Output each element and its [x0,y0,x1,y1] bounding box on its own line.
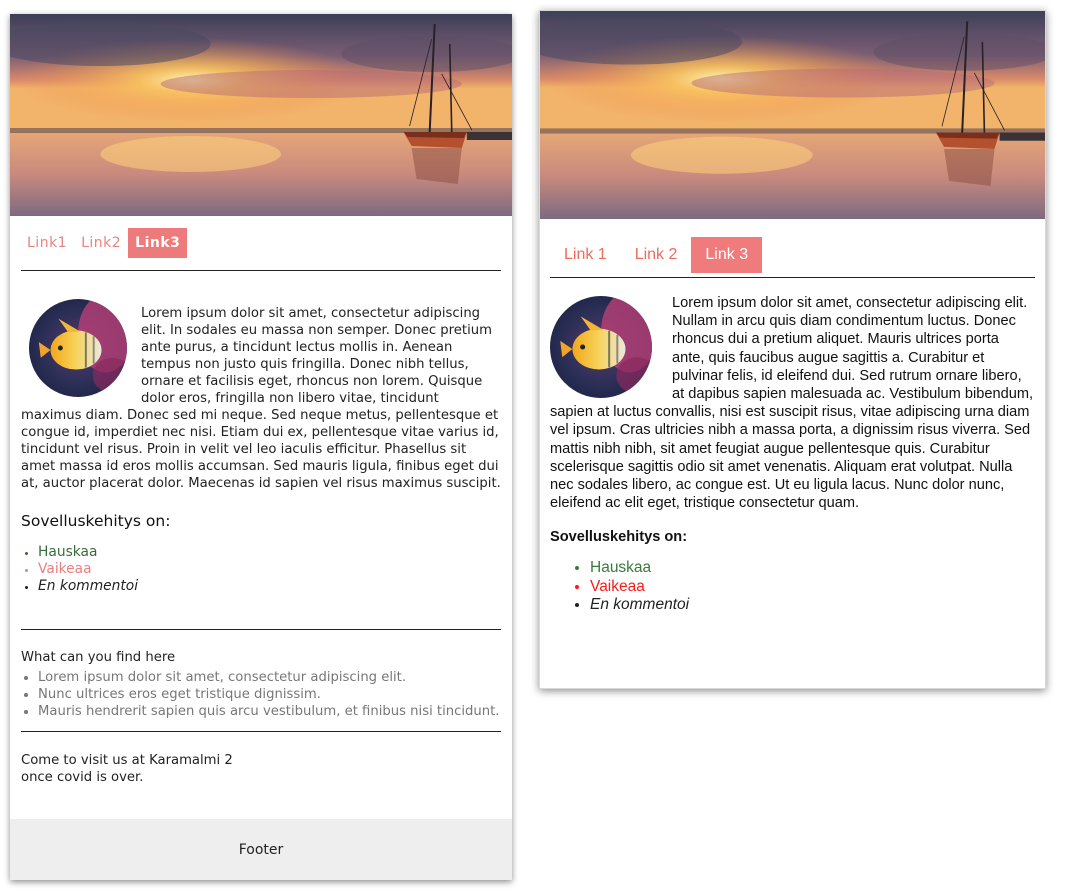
list-item: Lorem ipsum dolor sit amet, consectetur … [38,669,501,686]
list-item: En kommentoi [38,578,501,595]
right-page-preview: Link 1 Link 2 Link 3 Lorem ipsum dolor s [539,10,1046,689]
section-heading: Sovelluskehitys on: [550,529,688,546]
footer: Footer [10,819,512,880]
main-nav: Link1 Link2 Link3 [10,216,512,258]
hero-image [540,11,1045,219]
list-item: Vaikeaa [38,561,501,578]
visit-line: Come to visit us at Karamalmi 2 [21,753,233,768]
list-item: Hauskaa [590,559,1035,578]
nav-link-3-active[interactable]: Link 3 [691,237,763,273]
nav-link-1[interactable]: Link1 [20,228,74,258]
divider [21,731,501,732]
list-item: Hauskaa [38,544,501,561]
divider [21,629,501,630]
visit-line: once covid is over. [21,770,144,785]
main-nav: Link 1 Link 2 Link 3 [540,219,1045,273]
list-item: Vaikeaa [590,578,1035,597]
hero-image [10,14,512,216]
nav-link-2[interactable]: Link 2 [621,237,692,273]
list-item: Nunc ultrices eros eget tristique dignis… [38,686,501,703]
dev-list: Hauskaa Vaikeaa En kommentoi [550,559,1035,615]
fish-avatar-image [550,296,652,398]
main-content: Lorem ipsum dolor sit amet, consectetur … [10,271,512,595]
left-page-preview: Link1 Link2 Link3 Lorem ipsum dolor sit [10,14,512,880]
list-item: En kommentoi [590,596,1035,615]
find-list: Lorem ipsum dolor sit amet, consectetur … [21,669,501,720]
nav-link-2[interactable]: Link2 [74,228,128,258]
section-heading: Sovelluskehitys on: [21,512,171,530]
dev-list: Hauskaa Vaikeaa En kommentoi [21,544,501,595]
nav-link-1[interactable]: Link 1 [550,237,621,273]
find-title: What can you find here [21,650,176,665]
nav-link-3-active[interactable]: Link3 [128,228,188,258]
fish-avatar-image [29,299,127,397]
main-content: Lorem ipsum dolor sit amet, consectetur … [540,278,1045,615]
visit-text: Come to visit us at Karamalmi 2 once cov… [21,752,501,786]
list-item: Mauris hendrerit sapien quis arcu vestib… [38,703,501,720]
